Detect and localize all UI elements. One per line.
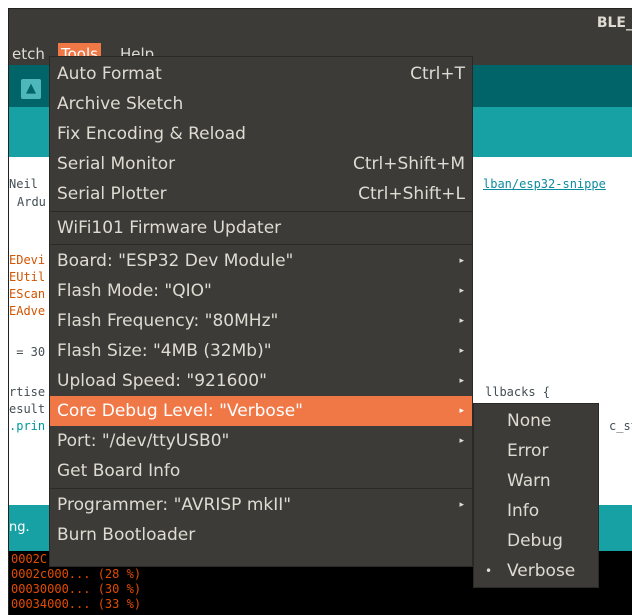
menu-item-core-debug-level[interactable]: Core Debug Level: "Verbose" ▸ [50, 396, 472, 426]
submenu-arrow-icon: ▸ [459, 376, 464, 386]
console-line: 0002C [11, 552, 48, 566]
radio-bullet-icon: • [485, 564, 493, 578]
console-line: 00030000... (30 %) [11, 582, 142, 596]
submenu-arrow-icon: ▸ [459, 500, 464, 510]
code-link[interactable]: lban/esp32-snippe [483, 177, 606, 191]
menu-item-accelerator: Ctrl+T [410, 64, 465, 84]
menu-item-label: Board: "ESP32 Dev Module" [57, 251, 294, 271]
debug-option-none[interactable]: None [474, 406, 598, 436]
debug-option-verbose[interactable]: • Verbose [474, 556, 598, 586]
menu-item-label: Core Debug Level: "Verbose" [57, 401, 303, 421]
debug-option-label: None [507, 411, 552, 431]
console-line: 00034000... (33 %) [11, 597, 142, 611]
debug-option-error[interactable]: Error [474, 436, 598, 466]
menu-item-label: Serial Plotter [57, 184, 167, 204]
code-line: Neil [9, 177, 38, 191]
upload-arrow-icon[interactable]: ▲ [21, 79, 41, 99]
menu-item-auto-format[interactable]: Auto Format Ctrl+T [50, 59, 472, 89]
debug-option-label: Info [507, 501, 540, 521]
menu-sketch[interactable]: etch [9, 43, 48, 65]
submenu-arrow-icon: ▸ [459, 316, 464, 326]
menu-separator [50, 244, 472, 245]
submenu-arrow-icon: ▸ [459, 286, 464, 296]
menu-item-label: Auto Format [57, 64, 162, 84]
menu-item-flash-frequency[interactable]: Flash Frequency: "80MHz" ▸ [50, 306, 472, 336]
submenu-arrow-icon: ▸ [459, 346, 464, 356]
menu-item-port[interactable]: Port: "/dev/ttyUSB0" ▸ [50, 426, 472, 456]
menu-item-label: Flash Frequency: "80MHz" [57, 311, 279, 331]
menu-item-upload-speed[interactable]: Upload Speed: "921600" ▸ [50, 366, 472, 396]
title-bar: BLE_ [9, 9, 632, 38]
menu-item-serial-plotter[interactable]: Serial Plotter Ctrl+Shift+L [50, 179, 472, 209]
debug-option-debug[interactable]: Debug [474, 526, 598, 556]
menu-item-flash-size[interactable]: Flash Size: "4MB (32Mb)" ▸ [50, 336, 472, 366]
menu-item-serial-monitor[interactable]: Serial Monitor Ctrl+Shift+M [50, 149, 472, 179]
menu-item-label: Get Board Info [57, 461, 181, 481]
debug-level-submenu: None Error Warn Info Debug • Verbose [473, 403, 599, 588]
code-line: EScan [9, 287, 46, 301]
menu-separator [50, 488, 472, 489]
menu-item-label: Flash Mode: "QIO" [57, 281, 212, 301]
debug-option-label: Verbose [507, 561, 576, 581]
debug-option-warn[interactable]: Warn [474, 466, 598, 496]
menu-item-label: Upload Speed: "921600" [57, 371, 267, 391]
code-line: llbacks { [485, 385, 551, 399]
code-line: .prin [9, 419, 46, 433]
code-line: EAdve [9, 304, 46, 318]
code-line: Ardu [17, 195, 46, 209]
code-line: EDevi [9, 253, 46, 267]
menu-item-flash-mode[interactable]: Flash Mode: "QIO" ▸ [50, 276, 472, 306]
code-line: EUtil [9, 270, 46, 284]
tools-menu: Auto Format Ctrl+T Archive Sketch Fix En… [49, 56, 473, 567]
menu-item-label: Archive Sketch [57, 94, 184, 114]
menu-item-get-board-info[interactable]: Get Board Info [50, 456, 472, 486]
menu-item-accelerator: Ctrl+Shift+M [352, 154, 465, 174]
submenu-arrow-icon: ▸ [459, 256, 464, 266]
menu-item-label: Programmer: "AVRISP mkII" [57, 495, 292, 515]
menu-item-label: Flash Size: "4MB (32Mb)" [57, 341, 272, 361]
menu-item-burn-bootloader[interactable]: Burn Bootloader [50, 520, 472, 550]
submenu-arrow-icon: ▸ [459, 406, 464, 416]
code-line: c_st [609, 419, 632, 433]
menu-item-board[interactable]: Board: "ESP32 Dev Module" ▸ [50, 246, 472, 276]
menu-sketch-label: etch [12, 45, 45, 63]
menu-item-wifi101-updater[interactable]: WiFi101 Firmware Updater [50, 213, 472, 243]
menu-item-archive-sketch[interactable]: Archive Sketch [50, 89, 472, 119]
menu-item-label: Fix Encoding & Reload [57, 124, 246, 144]
menu-separator [50, 211, 472, 212]
menu-item-label: Burn Bootloader [57, 525, 196, 545]
debug-option-info[interactable]: Info [474, 496, 598, 526]
menu-item-label: Serial Monitor [57, 154, 176, 174]
debug-option-label: Warn [507, 471, 551, 491]
menu-item-label: Port: "/dev/ttyUSB0" [57, 431, 230, 451]
debug-option-label: Error [507, 441, 549, 461]
window-title: BLE_ [596, 15, 632, 31]
menu-item-programmer[interactable]: Programmer: "AVRISP mkII" ▸ [50, 490, 472, 520]
console-line: 0002c000... (28 %) [11, 567, 142, 581]
code-line: = 30 [9, 345, 46, 359]
status-text: ng. [9, 520, 30, 535]
code-line: rtise [9, 385, 46, 399]
code-line: esult [9, 402, 46, 416]
debug-option-label: Debug [507, 531, 563, 551]
menu-item-label: WiFi101 Firmware Updater [57, 218, 282, 238]
menu-item-accelerator: Ctrl+Shift+L [358, 184, 465, 204]
menu-item-fix-encoding[interactable]: Fix Encoding & Reload [50, 119, 472, 149]
submenu-arrow-icon: ▸ [459, 436, 464, 446]
